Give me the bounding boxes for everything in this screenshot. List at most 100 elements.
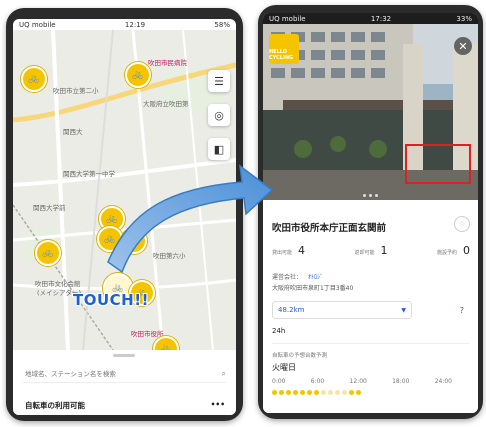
- stat-label: 貸出可能: [272, 250, 293, 256]
- bicycle-icon: 🚲: [42, 248, 54, 258]
- forecast-dot: [314, 390, 319, 395]
- forecast-dot: [307, 390, 312, 395]
- station-pin[interactable]: 🚲: [125, 62, 151, 88]
- map-label: 吹田市立第二小: [53, 87, 99, 95]
- more-icon[interactable]: •••: [211, 400, 225, 411]
- distance-row: 48.2km ▼ ?: [272, 301, 470, 319]
- map-label: 関西大学第一中学: [63, 170, 115, 178]
- availability-row[interactable]: 自転車の利用可能 •••: [25, 400, 225, 411]
- forecast-times: 0:00 6:00 12:00 18:00 24:00: [272, 378, 452, 385]
- menu-button[interactable]: ☰: [208, 70, 230, 92]
- sheet-handle[interactable]: [113, 354, 135, 357]
- station-name: 吹田市役所本庁正面玄関前: [272, 223, 387, 234]
- layers-button[interactable]: ◧: [208, 138, 230, 160]
- stat-value: 4: [298, 244, 306, 257]
- forecast-dot: [335, 390, 340, 395]
- caret-down-icon: ▼: [401, 306, 406, 314]
- opening-hours: 24h: [272, 327, 286, 335]
- menu-icon: ☰: [214, 74, 224, 88]
- pager-dot[interactable]: [369, 194, 372, 197]
- left-screen: UQ mobile 12:19 58% 吹田市民病院 吹田市立第二小 大阪府立吹…: [13, 19, 236, 415]
- close-button[interactable]: ✕: [454, 37, 472, 55]
- map-label: 関西大: [63, 128, 83, 136]
- forecast-dot: [356, 390, 361, 395]
- bicycle-icon: 🚲: [28, 74, 40, 84]
- hello-cycling-logo: HELLO CYCLING: [269, 34, 299, 64]
- bicycle-icon: 🚲: [104, 234, 116, 244]
- operator-row: 運営会社： ｵﾄﾛｼﾞ: [272, 272, 323, 281]
- phone-left: UQ mobile 12:19 58% 吹田市民病院 吹田市立第二小 大阪府立吹…: [6, 8, 243, 421]
- stat-label: 返却可能: [354, 250, 375, 256]
- search-icon[interactable]: ⌕: [222, 369, 226, 379]
- forecast-title: 自転車の予想台数予測: [272, 353, 328, 359]
- carrier: UQ mobile: [269, 14, 306, 23]
- forecast-dot: [342, 390, 347, 395]
- locate-icon: ◎: [214, 108, 224, 122]
- availability-label: 自転車の利用可能: [25, 401, 85, 410]
- map-label: 関西大学前: [33, 204, 66, 212]
- touch-annotation: TOUCH!!: [73, 291, 149, 309]
- forecast-dot: [300, 390, 305, 395]
- forecast-dot: [349, 390, 354, 395]
- time-tick: 24:00: [434, 378, 452, 385]
- search-input[interactable]: [23, 369, 207, 379]
- locate-button[interactable]: ◎: [208, 104, 230, 126]
- clock: 17:32: [370, 14, 392, 23]
- station-pin[interactable]: 🚲: [21, 66, 47, 92]
- forecast-day[interactable]: 火曜日: [272, 362, 296, 373]
- bicycle-icon: 🚲: [106, 214, 118, 224]
- phone-right: UQ mobile 17:32 33% HELLO CYCLING ✕ 吹田市役…: [258, 5, 483, 419]
- map-label: 吹田第六小: [153, 252, 186, 260]
- bicycle-icon: 🚲: [128, 236, 140, 246]
- divider: [272, 343, 469, 344]
- forecast-dot: [286, 390, 291, 395]
- battery: 33%: [456, 14, 472, 23]
- operator-name[interactable]: ｵﾄﾛｼﾞ: [308, 274, 323, 281]
- station-stats: 貸出可能 4 返却可能 1 施設予約 0: [272, 244, 470, 257]
- forecast-dot: [272, 390, 277, 395]
- station-address: 大阪府吹田市泉町1丁目3番40: [272, 285, 354, 292]
- stat-rent: 貸出可能 4: [272, 244, 305, 257]
- station-pin[interactable]: 🚲: [97, 226, 123, 252]
- forecast-bar: [272, 390, 361, 395]
- stat-reserve: 施設予約 0: [437, 244, 470, 257]
- station-pin[interactable]: 🚲: [121, 228, 147, 254]
- help-icon[interactable]: ?: [460, 306, 464, 315]
- forecast-dot: [328, 390, 333, 395]
- bottom-sheet: ⌕ 自転車の利用可能 •••: [13, 350, 236, 415]
- distance-select[interactable]: 48.2km ▼: [272, 301, 412, 319]
- forecast-dot: [279, 390, 284, 395]
- clock: 12:19: [124, 20, 146, 29]
- forecast-dot: [321, 390, 326, 395]
- photo-pager[interactable]: [263, 194, 478, 197]
- time-tick: 18:00: [392, 378, 410, 385]
- map-label: 吹田市役所: [131, 330, 164, 338]
- station-pin[interactable]: 🚲: [35, 240, 61, 266]
- right-screen: UQ mobile 17:32 33% HELLO CYCLING ✕ 吹田市役…: [263, 13, 478, 413]
- battery: 58%: [214, 20, 230, 29]
- status-bar: UQ mobile 12:19 58%: [13, 19, 236, 30]
- bicycle-icon: 🚲: [132, 70, 144, 80]
- bike-area-highlight: [405, 144, 471, 184]
- station-details: 吹田市役所本庁正面玄関前 ☆ 貸出可能 4 返却可能 1 施設予約 0 運営会社…: [263, 200, 478, 413]
- close-icon: ✕: [458, 39, 468, 53]
- forecast-dot: [293, 390, 298, 395]
- map-label: 大阪府立吹田第: [143, 100, 189, 108]
- map-label: 吹田市民病院: [148, 59, 187, 67]
- pager-dot[interactable]: [363, 194, 366, 197]
- time-tick: 6:00: [310, 378, 325, 385]
- pager-dot[interactable]: [375, 194, 378, 197]
- distance-value: 48.2km: [278, 306, 305, 314]
- search-bar[interactable]: ⌕: [23, 366, 226, 383]
- status-bar: UQ mobile 17:32 33%: [263, 13, 478, 24]
- operator-label: 運営会社：: [272, 274, 303, 281]
- favorite-icon[interactable]: ☆: [454, 216, 470, 232]
- carrier: UQ mobile: [19, 20, 56, 29]
- time-tick: 0:00: [272, 378, 286, 385]
- stat-return: 返却可能 1: [354, 244, 387, 257]
- time-tick: 12:00: [349, 378, 367, 385]
- stat-value: 1: [380, 244, 388, 257]
- station-photo[interactable]: HELLO CYCLING ✕: [263, 24, 478, 200]
- layers-icon: ◧: [213, 142, 225, 156]
- stat-label: 施設予約: [436, 250, 457, 256]
